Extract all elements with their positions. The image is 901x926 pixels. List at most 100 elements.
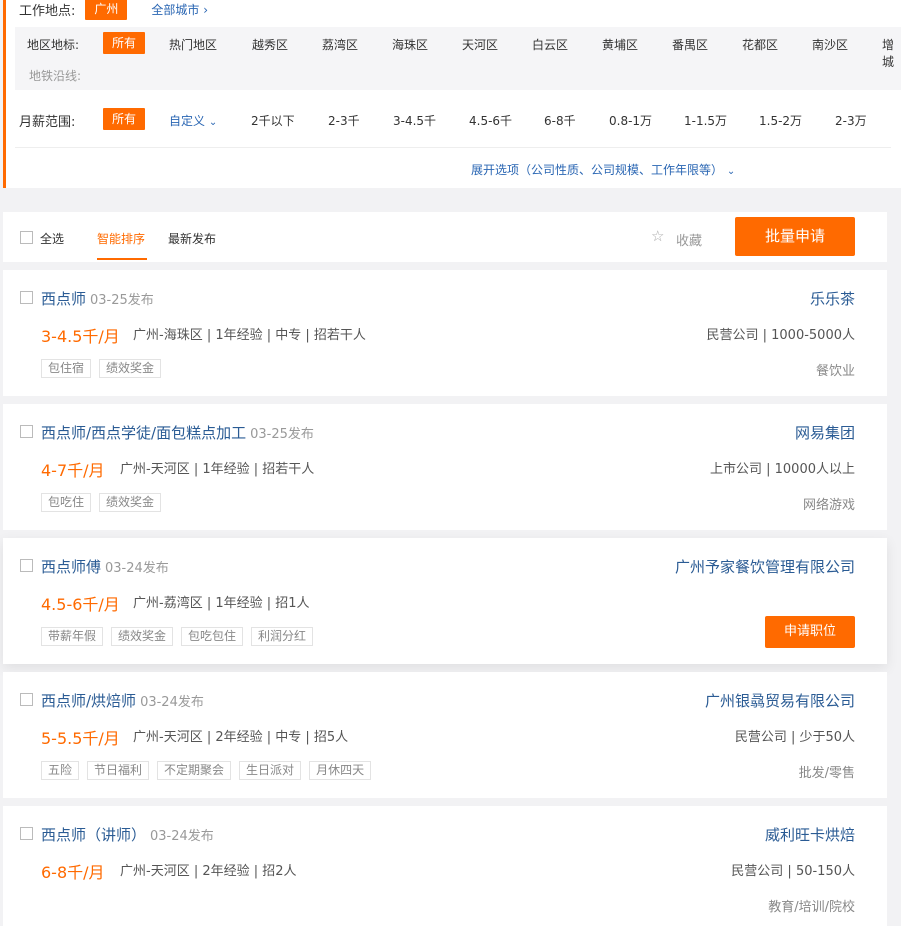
company-industry: 批发/零售 [798, 766, 855, 781]
job-card[interactable]: 西点师傅 03-24发布 4.5-6千/月 广州-荔湾区 | 1年经验 | 招1人… [3, 538, 887, 664]
welfare-tag: 节日福利 [87, 761, 150, 780]
job-checkbox[interactable] [20, 291, 33, 304]
salary-custom-dropdown[interactable]: 自定义 ⌄ [169, 112, 217, 129]
salary-chip-all[interactable]: 所有 [103, 108, 146, 130]
company-industry: 餐饮业 [815, 364, 855, 379]
job-salary: 4.5-6千/月 [41, 595, 120, 614]
welfare-tag: 绩效奖金 [99, 359, 162, 378]
location-chip[interactable]: 广州 [85, 0, 128, 20]
district-huadu[interactable]: 花都区 [742, 36, 778, 53]
job-title[interactable]: 西点师 03-25发布 [41, 288, 154, 309]
district-hot[interactable]: 热门地区 [169, 36, 217, 53]
district-huangpu[interactable]: 黄埔区 [602, 36, 638, 53]
salary-label: 月薪范围: [19, 115, 76, 130]
job-salary: 4-7千/月 [41, 461, 105, 480]
job-title[interactable]: 西点师/西点学徒/面包糕点加工 03-25发布 [41, 422, 314, 443]
welfare-tag: 包吃住 [41, 493, 92, 512]
job-salary: 5-5.5千/月 [41, 729, 120, 748]
district-label: 地区地标: [27, 38, 80, 52]
welfare-tag: 生日派对 [239, 761, 302, 780]
publish-date: 03-25发布 [90, 293, 154, 308]
job-card[interactable]: 西点师/西点学徒/面包糕点加工 03-25发布 4-7千/月 广州-天河区 | 1… [3, 404, 887, 530]
welfare-tag: 利润分红 [251, 627, 314, 646]
welfare-tag: 月休四天 [309, 761, 372, 780]
welfare-tag: 不定期聚会 [157, 761, 232, 780]
expand-options-link[interactable]: 展开选项（公司性质、公司规模、工作年限等） ⌄ [471, 161, 735, 178]
welfare-tag: 绩效奖金 [99, 493, 162, 512]
metro-label[interactable]: 地铁沿线: [29, 67, 81, 84]
company-name[interactable]: 网易集团 [795, 422, 855, 443]
company-name[interactable]: 乐乐茶 [810, 288, 855, 309]
job-card[interactable]: 西点师（讲师） 03-24发布 6-8千/月 广州-天河区 | 2年经验 | 招2… [3, 806, 887, 926]
job-salary: 6-8千/月 [41, 863, 105, 882]
job-title[interactable]: 西点师/烘焙师 03-24发布 [41, 690, 204, 711]
salary-option[interactable]: 1.5-2万 [759, 112, 802, 129]
job-salary: 3-4.5千/月 [41, 327, 120, 346]
salary-option[interactable]: 4.5-6千 [469, 112, 512, 129]
district-baiyun[interactable]: 白云区 [532, 36, 568, 53]
company-name[interactable]: 威利旺卡烘焙 [765, 824, 855, 845]
salary-option[interactable]: 6-8千 [544, 112, 576, 129]
company-name[interactable]: 广州银骉贸易有限公司 [705, 690, 855, 711]
publish-date: 03-24发布 [140, 695, 204, 710]
company-info: 民营公司 | 1000-5000人 [706, 328, 855, 343]
select-all-label[interactable]: 全选 [40, 230, 64, 247]
job-checkbox[interactable] [20, 693, 33, 706]
batch-apply-button[interactable]: 批量申请 [735, 217, 855, 256]
welfare-tag: 包吃包住 [181, 627, 244, 646]
job-card[interactable]: 西点师 03-25发布 3-4.5千/月 广州-海珠区 | 1年经验 | 中专 |… [3, 270, 887, 396]
publish-date: 03-24发布 [150, 829, 214, 844]
sort-active-underline [97, 258, 147, 260]
favorite-label[interactable]: 收藏 [676, 230, 702, 249]
chevron-down-icon: ⌄ [726, 166, 736, 177]
location-label: 工作地点: [19, 3, 76, 19]
salary-option[interactable]: 0.8-1万 [609, 112, 652, 129]
sort-smart-tab[interactable]: 智能排序 [97, 230, 145, 247]
district-yuexiu[interactable]: 越秀区 [252, 36, 288, 53]
salary-option[interactable]: 2千以下 [251, 112, 295, 129]
job-checkbox[interactable] [20, 827, 33, 840]
select-all-checkbox[interactable] [20, 231, 33, 244]
company-info: 上市公司 | 10000人以上 [710, 462, 855, 477]
accent-bar [3, 0, 6, 188]
district-panyu[interactable]: 番禺区 [672, 36, 708, 53]
divider [15, 147, 891, 148]
job-checkbox[interactable] [20, 425, 33, 438]
sort-latest-tab[interactable]: 最新发布 [168, 230, 216, 247]
job-tags: 五险 节日福利 不定期聚会 生日派对 月休四天 [41, 761, 372, 780]
company-info: 民营公司 | 50-150人 [731, 864, 855, 879]
district-nansha[interactable]: 南沙区 [812, 36, 848, 53]
job-tags: 包住宿 绩效奖金 [41, 359, 162, 378]
sort-bar: 全选 智能排序 最新发布 ☆ 收藏 批量申请 [3, 212, 887, 262]
job-meta: 广州-天河区 | 2年经验 | 招2人 [120, 864, 297, 879]
company-name[interactable]: 广州予家餐饮管理有限公司 [675, 556, 855, 577]
salary-option[interactable]: 2-3千 [328, 112, 360, 129]
job-title[interactable]: 西点师傅 03-24发布 [41, 556, 169, 577]
publish-date: 03-25发布 [250, 427, 314, 442]
star-icon[interactable]: ☆ [651, 227, 664, 245]
job-checkbox[interactable] [20, 559, 33, 572]
district-haizhu[interactable]: 海珠区 [392, 36, 428, 53]
job-meta: 广州-荔湾区 | 1年经验 | 招1人 [133, 596, 310, 611]
all-cities-link[interactable]: 全部城市 › [151, 1, 208, 18]
job-title[interactable]: 西点师（讲师） 03-24发布 [41, 824, 214, 845]
salary-option[interactable]: 3-4.5千 [393, 112, 436, 129]
job-meta: 广州-天河区 | 2年经验 | 中专 | 招5人 [133, 730, 349, 745]
salary-option[interactable]: 2-3万 [835, 112, 867, 129]
district-tianhe[interactable]: 天河区 [462, 36, 498, 53]
job-tags: 包吃住 绩效奖金 [41, 493, 162, 512]
publish-date: 03-24发布 [105, 561, 169, 576]
apply-job-button[interactable]: 申请职位 [765, 616, 855, 648]
chevron-down-icon: ⌄ [208, 117, 218, 128]
company-industry: 网络游戏 [802, 498, 855, 513]
district-chip-all[interactable]: 所有 [103, 32, 146, 54]
job-card[interactable]: 西点师/烘焙师 03-24发布 5-5.5千/月 广州-天河区 | 2年经验 | … [3, 672, 887, 798]
chevron-right-icon: › [203, 2, 209, 17]
district-liwan[interactable]: 荔湾区 [322, 36, 358, 53]
location-row: 工作地点: 广州 全部城市 › [19, 0, 208, 21]
district-zengcheng[interactable]: 增城 [882, 36, 901, 70]
salary-option[interactable]: 1-1.5万 [684, 112, 727, 129]
filter-panel: 工作地点: 广州 全部城市 › 地区地标: 所有 热门地区 越秀区 荔湾区 海珠… [3, 0, 901, 188]
welfare-tag: 绩效奖金 [111, 627, 174, 646]
job-meta: 广州-天河区 | 1年经验 | 招若干人 [120, 462, 315, 477]
